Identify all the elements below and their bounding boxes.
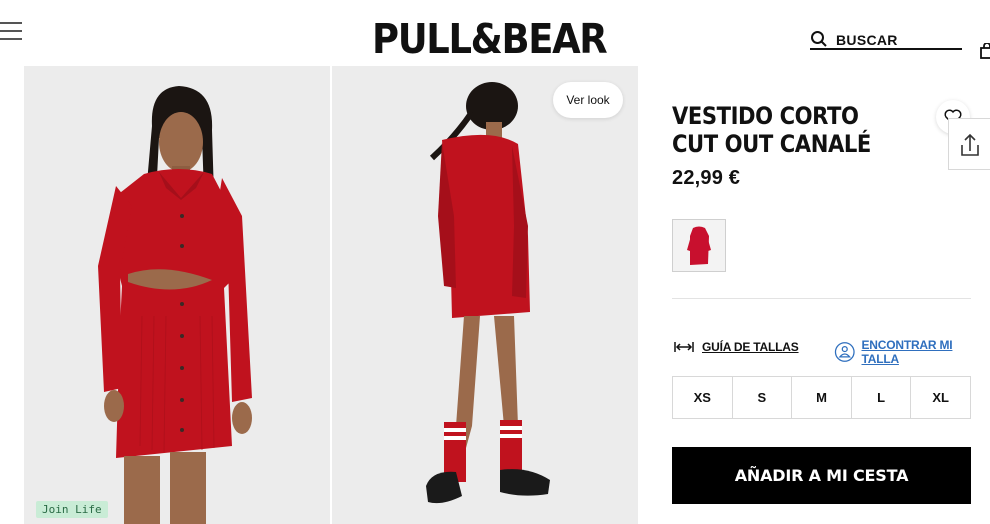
model-front-illustration xyxy=(24,66,330,524)
product-price: 22,99 € xyxy=(672,167,741,189)
size-guide-link[interactable]: GUÍA DE TALLAS xyxy=(674,340,799,354)
person-size-icon xyxy=(834,342,855,362)
brand-logo[interactable]: PULL&BEAR xyxy=(372,19,608,60)
dress-thumbnail-icon xyxy=(687,226,711,265)
color-swatch-red[interactable] xyxy=(672,219,726,272)
search-icon xyxy=(811,31,827,47)
search-label: BUSCAR xyxy=(836,32,898,48)
size-selector: XS S M L XL xyxy=(672,376,971,419)
add-to-cart-button[interactable]: AÑADIR A MI CESTA xyxy=(672,447,971,504)
size-option-xs[interactable]: XS xyxy=(673,377,733,418)
size-option-m[interactable]: M xyxy=(792,377,852,418)
hamburger-menu-icon[interactable] xyxy=(0,20,24,42)
size-option-s[interactable]: S xyxy=(733,377,793,418)
size-option-xl[interactable]: XL xyxy=(911,377,970,418)
product-title: VESTIDO CORTO CUT OUT CANALÉ xyxy=(672,102,871,158)
product-image-front[interactable]: Join Life xyxy=(24,66,330,524)
ruler-icon xyxy=(674,342,694,352)
model-back-illustration xyxy=(332,66,638,524)
product-image-back[interactable]: Ver look xyxy=(332,66,638,524)
size-option-l[interactable]: L xyxy=(852,377,912,418)
divider xyxy=(672,298,971,299)
find-my-size-link[interactable]: ENCONTRAR MI TALLA xyxy=(834,338,990,366)
join-life-badge: Join Life xyxy=(36,501,108,518)
search-input[interactable]: BUSCAR xyxy=(810,28,962,50)
shopping-bag-icon[interactable] xyxy=(980,43,990,59)
share-icon[interactable] xyxy=(948,118,990,170)
size-guide-label: GUÍA DE TALLAS xyxy=(702,340,799,354)
ver-look-button[interactable]: Ver look xyxy=(553,82,623,118)
find-my-size-label: ENCONTRAR MI TALLA xyxy=(861,338,953,366)
